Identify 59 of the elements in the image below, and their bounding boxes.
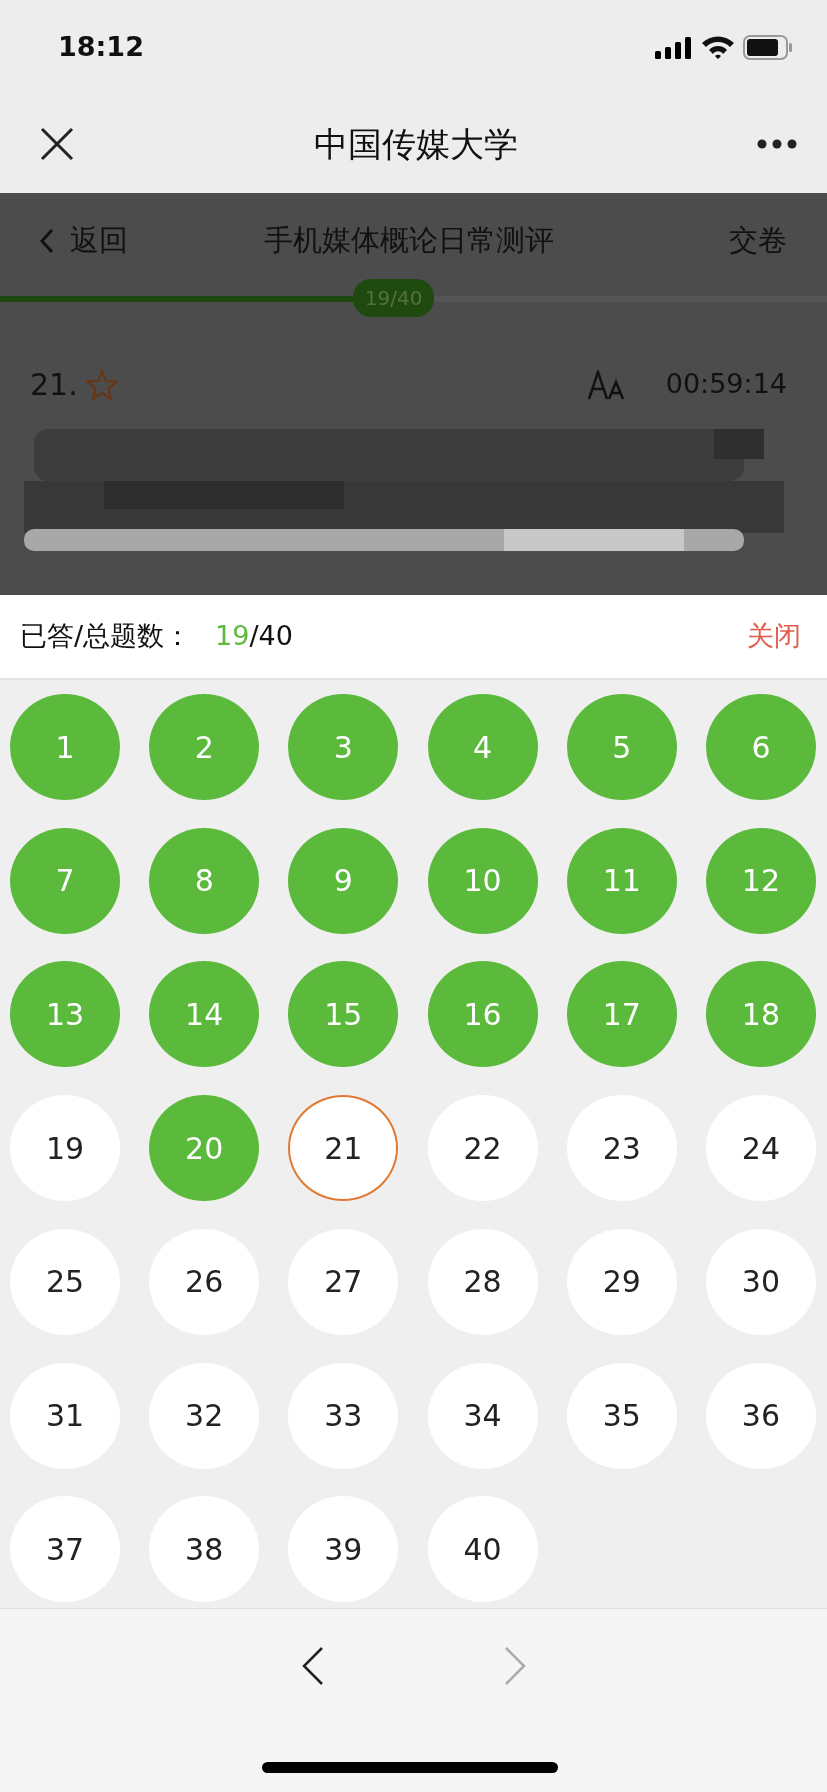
question-button[interactable]: 19 — [10, 1095, 120, 1202]
question-button[interactable]: 17 — [566, 961, 677, 1068]
question-button[interactable]: 31 — [10, 1362, 120, 1469]
question-button[interactable]: 30 — [705, 1228, 816, 1335]
signal-icon — [655, 36, 693, 59]
app-title: 中国传媒大学 — [313, 122, 518, 166]
back-icon — [40, 227, 54, 254]
progress-label: 19/40 — [352, 279, 435, 317]
question-button[interactable]: 8 — [149, 827, 260, 934]
question-button[interactable]: 20 — [149, 1095, 260, 1202]
close-button[interactable]: 关闭 — [747, 616, 801, 657]
previous-button[interactable] — [301, 1646, 324, 1686]
question-button[interactable]: 23 — [566, 1095, 677, 1202]
wifi-icon — [701, 35, 735, 60]
question-button[interactable]: 18 — [705, 961, 816, 1068]
question-button[interactable]: 7 — [10, 827, 120, 934]
question-button[interactable]: 2 — [149, 694, 260, 800]
question-button[interactable]: 26 — [149, 1228, 260, 1335]
question-button[interactable]: 27 — [288, 1228, 399, 1335]
question-button[interactable]: 37 — [10, 1496, 120, 1603]
question-button[interactable]: 14 — [149, 961, 260, 1068]
more-icon[interactable] — [757, 139, 797, 149]
answered-count: 19/40 — [215, 619, 293, 654]
question-button[interactable]: 1 — [10, 694, 120, 800]
question-button[interactable]: 25 — [10, 1228, 120, 1335]
question-number: 21. — [30, 366, 78, 404]
question-button[interactable]: 34 — [427, 1362, 538, 1469]
question-button[interactable]: 29 — [566, 1228, 677, 1335]
question-button[interactable]: 39 — [288, 1496, 399, 1603]
question-button[interactable]: 12 — [705, 827, 816, 934]
question-button[interactable]: 33 — [288, 1362, 399, 1469]
exam-title: 手机媒体概论日常测评 — [263, 221, 554, 259]
question-button[interactable]: 11 — [566, 827, 677, 934]
question-button[interactable]: 16 — [427, 961, 538, 1068]
close-icon[interactable] — [40, 127, 74, 161]
question-button[interactable]: 3 — [288, 694, 399, 800]
question-button[interactable]: 36 — [705, 1362, 816, 1469]
submit-button[interactable]: 交卷 — [729, 218, 787, 263]
question-button[interactable]: 22 — [427, 1095, 538, 1202]
question-button[interactable]: 15 — [288, 961, 399, 1068]
question-button[interactable]: 28 — [427, 1228, 538, 1335]
star-icon[interactable] — [85, 368, 118, 401]
battery-icon — [743, 35, 793, 60]
question-button[interactable]: 40 — [427, 1496, 538, 1603]
question-button[interactable]: 38 — [149, 1496, 260, 1603]
question-button[interactable]: 21 — [288, 1095, 399, 1202]
answered-label: 已答/总题数： — [20, 619, 192, 654]
question-button[interactable]: 10 — [427, 827, 538, 934]
question-button[interactable]: 4 — [427, 694, 538, 800]
question-button[interactable]: 24 — [705, 1095, 816, 1202]
question-button[interactable]: 13 — [10, 961, 120, 1068]
question-button[interactable]: 9 — [288, 827, 399, 934]
back-link[interactable]: 返回 — [40, 218, 128, 263]
question-button[interactable]: 6 — [705, 694, 816, 800]
timer: 00:59:14 — [665, 367, 787, 402]
status-time: 18:12 — [58, 30, 144, 65]
question-button[interactable]: 32 — [149, 1362, 260, 1469]
question-button[interactable]: 35 — [566, 1362, 677, 1469]
question-button[interactable]: 5 — [566, 694, 677, 800]
